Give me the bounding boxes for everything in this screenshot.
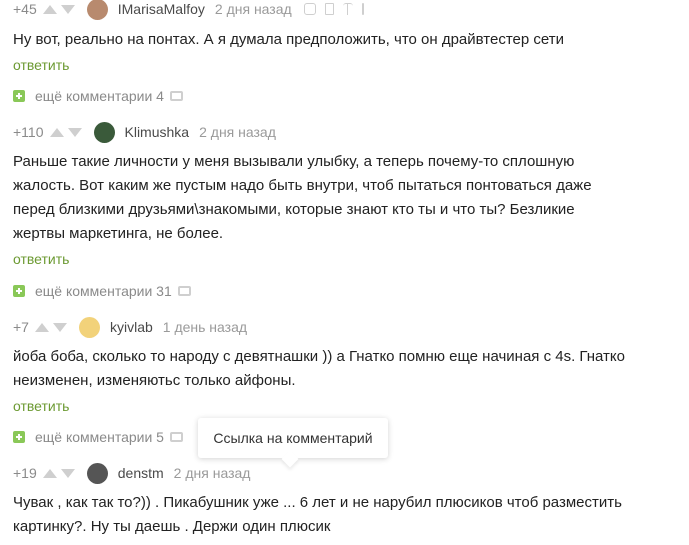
username[interactable]: Klimushka — [125, 124, 190, 140]
comment-link-tooltip: Ссылка на комментарий — [198, 418, 388, 458]
more-comments-label: ещё комментарии 5 — [35, 429, 164, 445]
comment-text-line: йоба боба, сколько то народу с девятнашк… — [13, 348, 625, 365]
reply-link[interactable]: ответить — [13, 251, 69, 267]
timestamp: 2 дня назад — [214, 1, 292, 17]
comment-text-line: картинку?. Ну ты даешь . Держи один плюс… — [13, 518, 331, 535]
comment-text: Раньше такие личности у меня вызывали ул… — [13, 150, 673, 246]
comment-text-line: жертвы маркетинга, не более. — [13, 225, 224, 242]
upvote-arrow-icon[interactable] — [34, 322, 49, 332]
reply-link[interactable]: ответить — [13, 57, 69, 73]
avatar[interactable] — [86, 462, 108, 484]
downvote-arrow-icon[interactable] — [52, 322, 67, 332]
upvote-arrow-icon[interactable] — [42, 4, 57, 14]
comment-bubble-icon — [177, 286, 191, 296]
comment-header: +7 kyivlab 1 день назад — [13, 316, 247, 338]
more-comments-link[interactable]: ещё комментарии 5 — [13, 429, 183, 445]
more-comments-label: ещё комментарии 31 — [35, 283, 172, 299]
comment-header: +19 denstm 2 дня назад — [13, 462, 250, 484]
avatar[interactable] — [93, 121, 115, 143]
rating: +45 — [13, 1, 37, 17]
downvote-arrow-icon[interactable] — [67, 127, 82, 137]
comment-actions — [303, 3, 364, 15]
comment-header: +110 Klimushka 2 дня назад — [13, 121, 276, 143]
timestamp: 2 дня назад — [199, 124, 276, 140]
reply-link[interactable]: ответить — [13, 398, 69, 414]
rating: +19 — [13, 465, 37, 481]
comment-text-line: Чувак , как так то?)) . Пикабушник уже .… — [13, 494, 622, 511]
comment-bubble-icon — [169, 91, 183, 101]
upvote-arrow-icon[interactable] — [49, 127, 64, 137]
downvote-arrow-icon[interactable] — [60, 4, 75, 14]
more-comments-label: ещё комментарии 4 — [35, 88, 164, 104]
comment-header: +45 IMarisaMalfoy 2 дня назад — [13, 0, 364, 20]
timestamp: 1 день назад — [162, 319, 248, 335]
more-comments-link[interactable]: ещё комментарии 31 — [13, 283, 191, 299]
jump-to-parent-icon[interactable] — [342, 3, 353, 15]
expand-plus-icon[interactable] — [13, 90, 25, 102]
comment-text-line: Раньше такие личности у меня вызывали ул… — [13, 153, 575, 170]
username[interactable]: kyivlab — [110, 319, 153, 335]
more-comments-link[interactable]: ещё комментарии 4 — [13, 88, 183, 104]
link-icon[interactable] — [303, 3, 316, 15]
comment-text-line: перед близкими друзьями\знакомыми, котор… — [13, 201, 575, 218]
comment-text: йоба боба, сколько то народу с девятнашк… — [13, 345, 673, 393]
rating: +7 — [13, 319, 29, 335]
comment-text-line: жалость. Вот каким же пустым надо быть в… — [13, 177, 592, 194]
timestamp: 2 дня назад — [173, 465, 251, 481]
bookmark-icon[interactable] — [324, 3, 334, 15]
avatar[interactable] — [86, 0, 108, 20]
expand-plus-icon[interactable] — [13, 431, 25, 443]
username[interactable]: IMarisaMalfoy — [118, 1, 205, 17]
downvote-arrow-icon[interactable] — [60, 468, 75, 478]
more-icon[interactable] — [361, 3, 364, 15]
comment-text-line: неизменен, изменяютьс только айфоны. — [13, 372, 296, 389]
expand-plus-icon[interactable] — [13, 285, 25, 297]
tooltip-text: Ссылка на комментарий — [213, 430, 373, 446]
username[interactable]: denstm — [118, 465, 164, 481]
upvote-arrow-icon[interactable] — [42, 468, 57, 478]
rating: +110 — [13, 124, 44, 140]
comment-text: Ну вот, реально на понтах. А я думала пр… — [13, 31, 564, 48]
comment-bubble-icon — [169, 432, 183, 442]
avatar[interactable] — [78, 316, 100, 338]
comment-text: Чувак , как так то?)) . Пикабушник уже .… — [13, 491, 673, 539]
